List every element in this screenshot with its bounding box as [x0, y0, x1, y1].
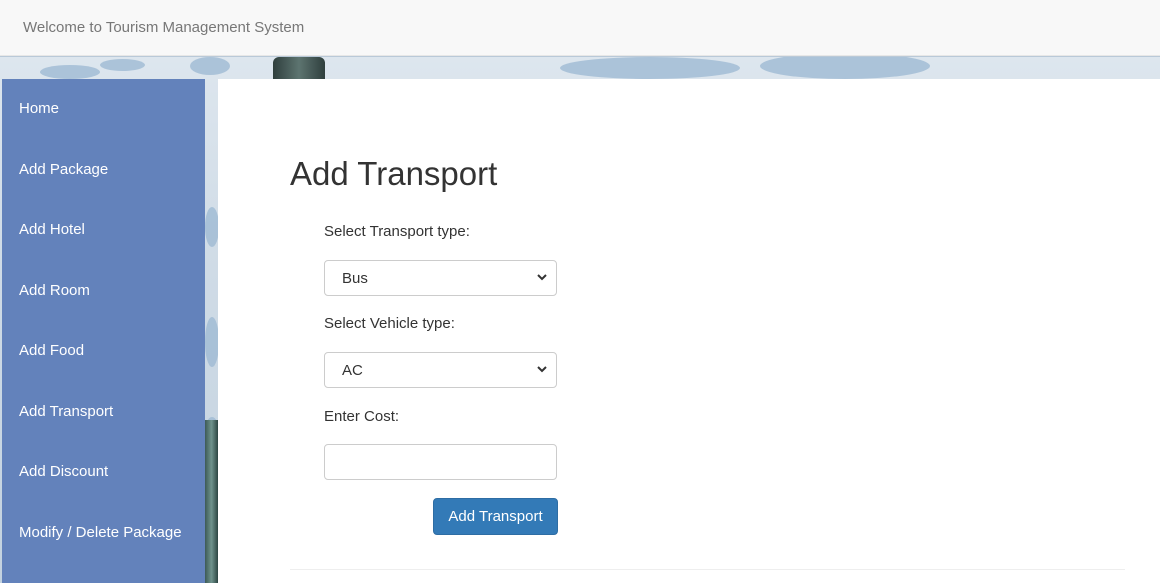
statue-image [205, 420, 218, 583]
main-panel: Add Transport Select Transport type: Bus… [218, 79, 1160, 583]
sidebar: Home Add Package Add Hotel Add Room Add … [2, 79, 205, 583]
chevron-down-icon [537, 274, 547, 281]
top-navbar: Welcome to Tourism Management System [0, 0, 1160, 56]
sidebar-item-add-room[interactable]: Add Room [2, 261, 205, 322]
transport-type-label: Select Transport type: [324, 223, 470, 240]
divider [290, 569, 1125, 570]
cost-input[interactable] [324, 444, 557, 480]
sidebar-item-add-transport[interactable]: Add Transport [2, 382, 205, 443]
sidebar-item-add-hotel[interactable]: Add Hotel [2, 200, 205, 261]
cost-label: Enter Cost: [324, 408, 400, 425]
sidebar-item-add-package[interactable]: Add Package [2, 140, 205, 201]
transport-type-select[interactable]: Bus [324, 260, 557, 296]
sidebar-item-add-food[interactable]: Add Food [2, 321, 205, 382]
sidebar-item-modify-delete-package[interactable]: Modify / Delete Package [2, 503, 205, 564]
transport-type-value: Bus [342, 270, 368, 287]
vehicle-type-select[interactable]: AC [324, 352, 557, 388]
page-title: Add Transport [290, 155, 498, 192]
brand-link[interactable]: Welcome to Tourism Management System [23, 19, 304, 36]
chevron-down-icon [537, 366, 547, 373]
add-transport-button[interactable]: Add Transport [433, 498, 558, 535]
sidebar-item-home[interactable]: Home [2, 79, 205, 140]
vehicle-type-value: AC [342, 362, 363, 379]
vehicle-type-label: Select Vehicle type: [324, 315, 455, 332]
sidebar-item-add-discount[interactable]: Add Discount [2, 442, 205, 503]
statue-image-top [273, 57, 325, 79]
